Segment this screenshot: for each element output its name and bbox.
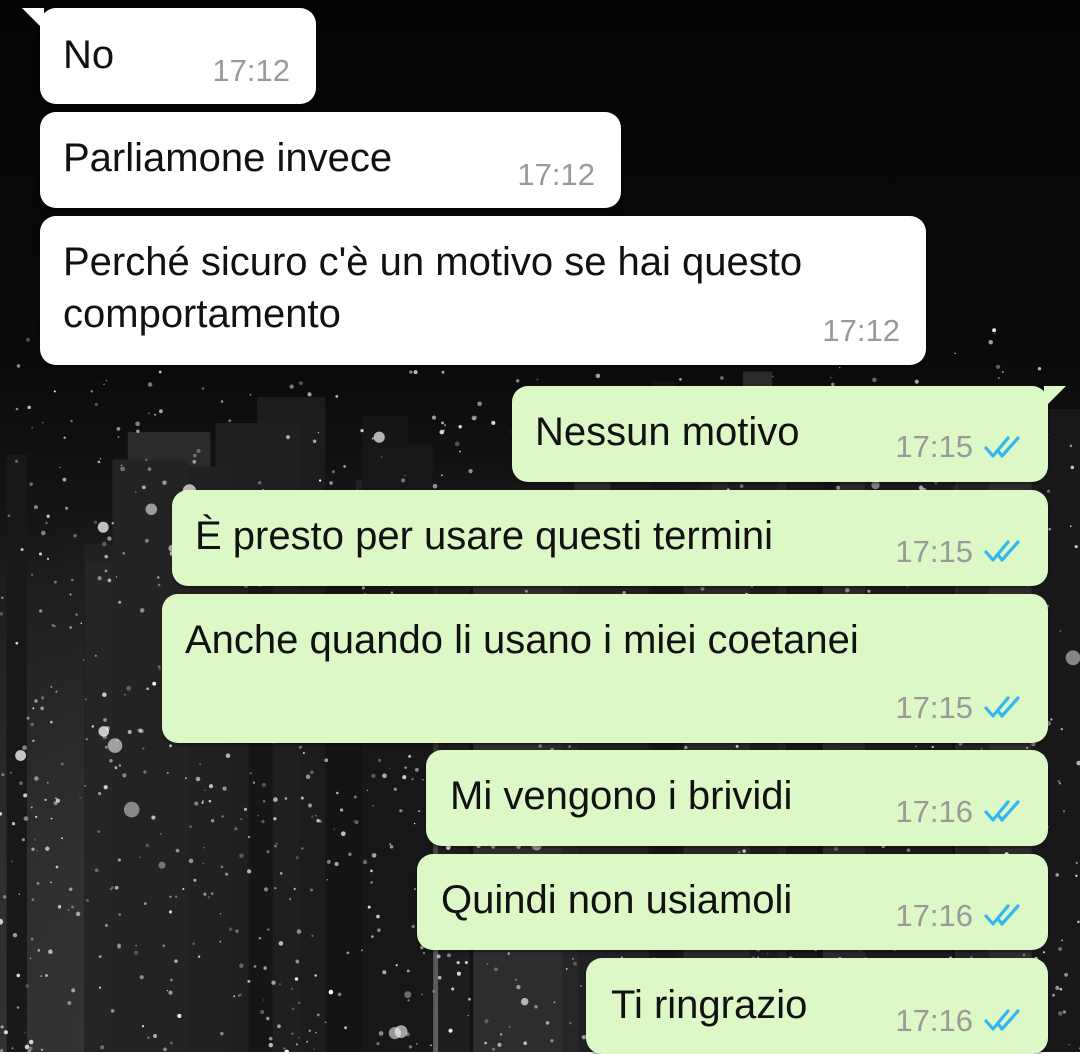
outgoing-message-bubble[interactable]: Quindi non usiamoli 17:16	[417, 854, 1048, 950]
message-text: Mi vengono i brividi	[450, 774, 793, 818]
message-time: 17:12	[517, 157, 595, 192]
message-text: Nessun motivo	[535, 410, 800, 454]
message-text: Parliamone invece	[63, 136, 393, 180]
bubble-tail	[1044, 386, 1066, 408]
message-time: 17:15	[895, 534, 973, 569]
message-text: Ti ringrazio	[611, 983, 808, 1027]
outgoing-message-bubble[interactable]: Mi vengono i brividi 17:16	[426, 750, 1048, 846]
message-time: 17:12	[822, 313, 900, 348]
message-time: 17:16	[895, 898, 973, 933]
message-text: È presto per usare questi termini	[195, 514, 774, 558]
message-text: comportamento	[63, 292, 341, 336]
read-double-check-icon	[984, 1009, 1020, 1031]
incoming-message-bubble[interactable]: No 17:12	[22, 8, 316, 104]
message-text: Quindi non usiamoli	[441, 878, 793, 922]
message-text: Perché sicuro c'è un motivo se hai quest…	[63, 240, 803, 284]
incoming-message-bubble[interactable]: Perché sicuro c'è un motivo se hai quest…	[40, 216, 926, 365]
bubble-tail	[22, 8, 44, 30]
incoming-message-bubble[interactable]: Parliamone invece 17:12	[40, 112, 621, 208]
outgoing-message-bubble[interactable]: Ti ringrazio 17:16	[586, 958, 1048, 1054]
message-time: 17:15	[895, 690, 973, 725]
message-text: Anche quando li usano i miei coetanei	[185, 618, 859, 662]
read-double-check-icon	[984, 436, 1020, 458]
message-time: 17:16	[895, 1003, 973, 1038]
message-time: 17:12	[212, 53, 290, 88]
message-time: 17:15	[895, 429, 973, 464]
read-double-check-icon	[984, 800, 1020, 822]
message-text: No	[63, 33, 115, 77]
read-double-check-icon	[984, 904, 1020, 926]
outgoing-message-bubble[interactable]: Nessun motivo 17:15	[512, 386, 1066, 482]
read-double-check-icon	[984, 696, 1020, 718]
read-double-check-icon	[984, 540, 1020, 562]
outgoing-message-bubble[interactable]: Anche quando li usano i miei coetanei 17…	[162, 594, 1048, 743]
message-time: 17:16	[895, 794, 973, 829]
message-list[interactable]: No 17:12 Parliamone invece 17:12 Perché …	[0, 0, 1080, 1054]
outgoing-message-bubble[interactable]: È presto per usare questi termini 17:15	[172, 490, 1048, 586]
